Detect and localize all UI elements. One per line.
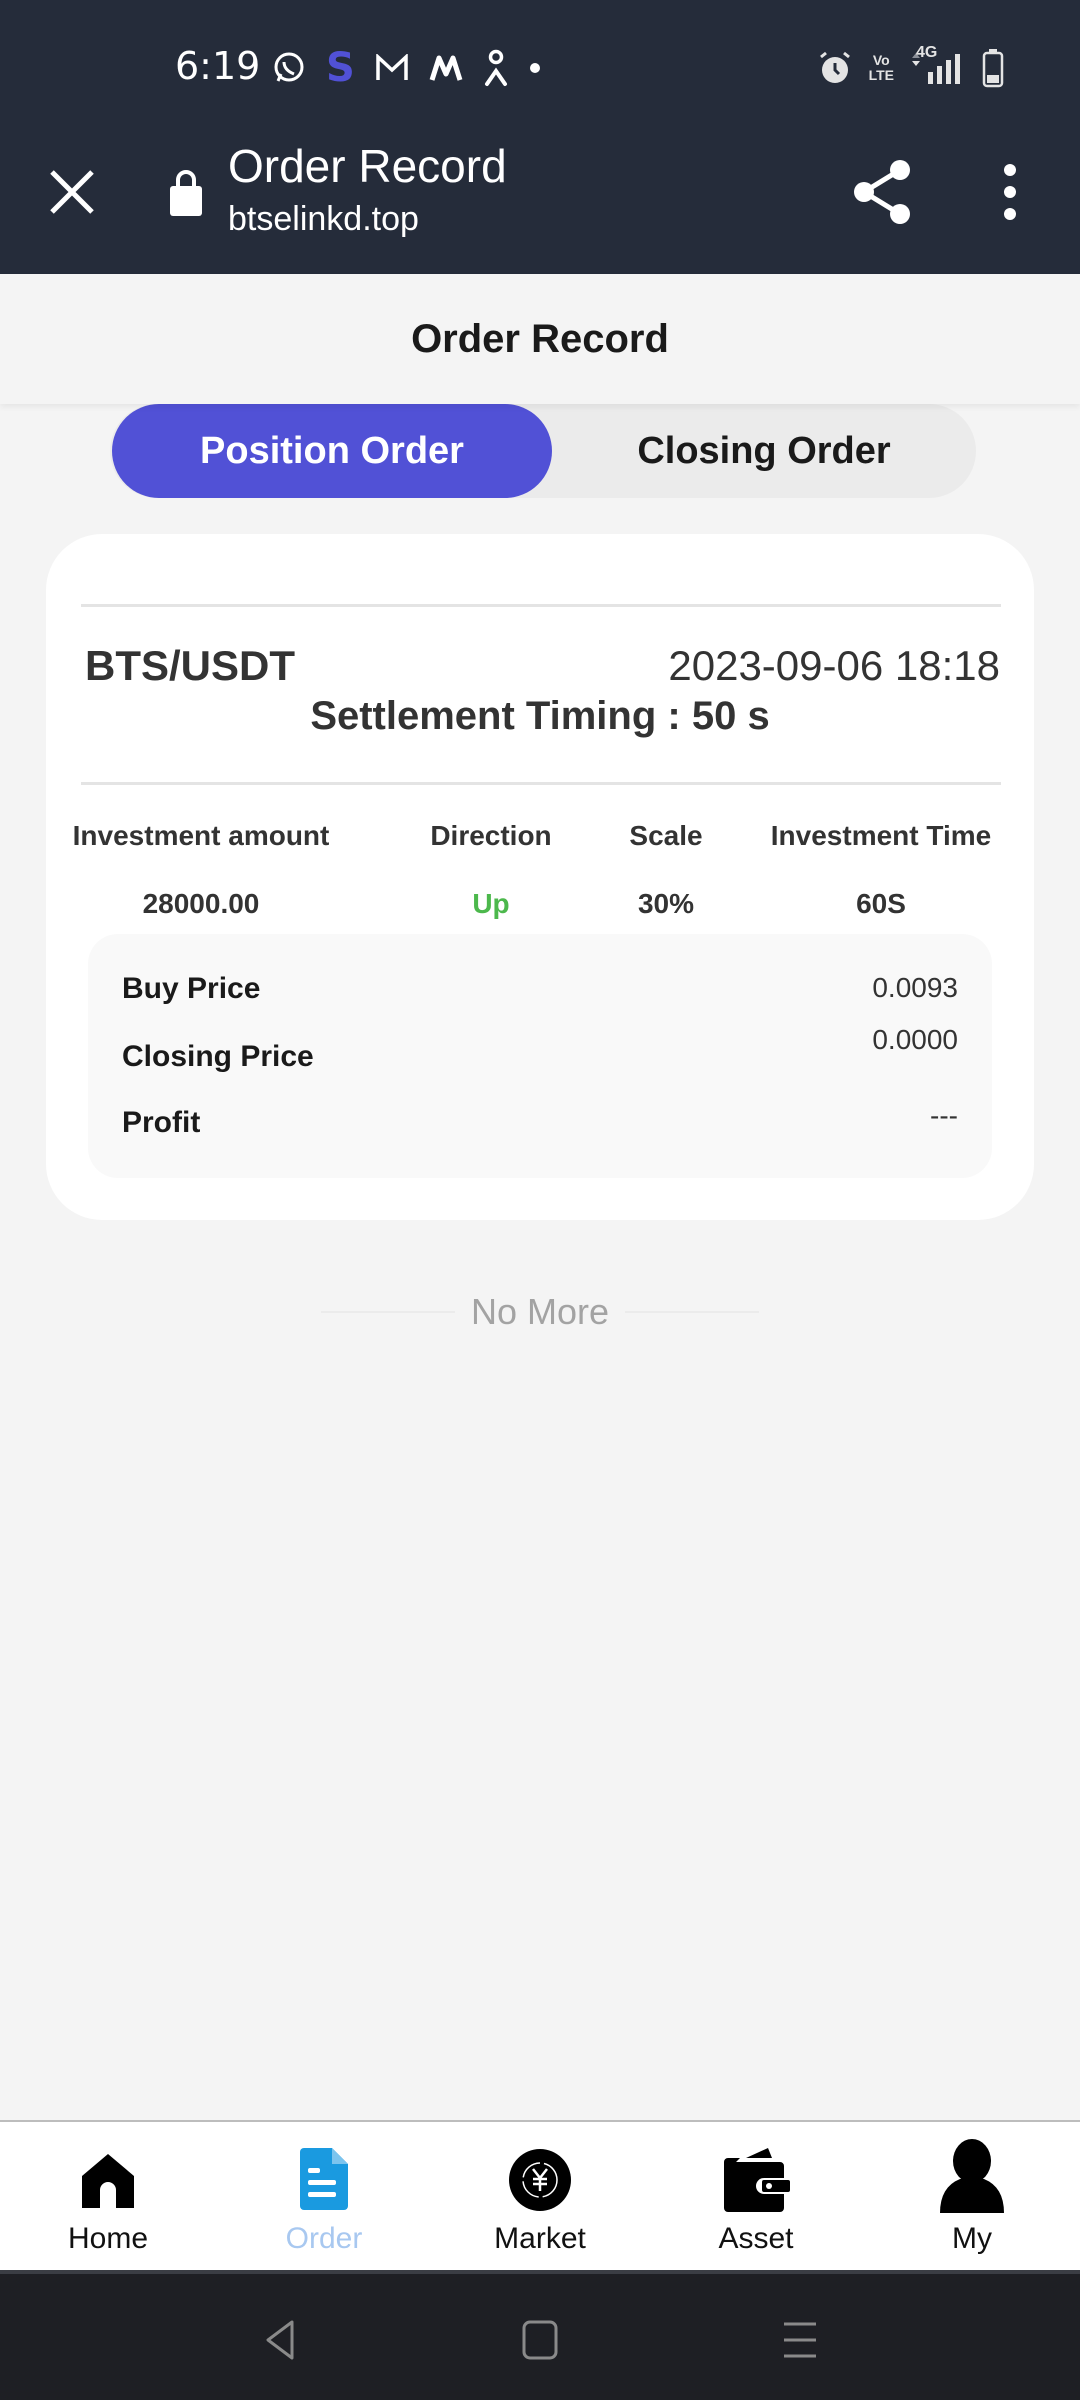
share-icon — [854, 160, 910, 224]
nav-item-my[interactable]: My — [864, 2122, 1080, 2270]
divider — [81, 604, 1001, 607]
close-button[interactable] — [44, 164, 100, 220]
battery-icon — [982, 48, 1004, 88]
buy-price-value: 0.0093 — [872, 972, 958, 1003]
list-end-indicator: No More — [0, 1290, 1080, 1334]
status-bar: 6:19 S Vo LTE 4G — [0, 0, 1080, 136]
signal-icon: 4G — [910, 44, 966, 86]
page-header: Order Record — [0, 274, 1080, 404]
page-title: Order Record — [411, 316, 669, 361]
browser-page-title: Order Record — [228, 140, 507, 192]
home-system-button[interactable] — [510, 2310, 570, 2370]
profit-label: Profit — [122, 1106, 201, 1139]
back-triangle-icon — [266, 2320, 294, 2360]
gmail-icon — [375, 54, 409, 82]
more-dot-icon — [529, 62, 541, 74]
nav-label: My — [952, 2222, 992, 2255]
divider — [320, 1311, 455, 1313]
browser-header: Order Record btselinkd.top — [0, 136, 1080, 274]
scale-value: 30% — [637, 888, 695, 919]
investment-amount-value: 28000.00 — [142, 888, 260, 919]
market-currency-icon — [500, 2140, 580, 2220]
order-document-icon — [284, 2140, 364, 2220]
status-time: 6:19 — [175, 44, 261, 88]
s-app-icon: S — [326, 45, 355, 91]
volte-icon: Vo LTE — [868, 52, 894, 83]
nav-item-order[interactable]: Order — [216, 2122, 432, 2270]
person-app-icon — [483, 49, 509, 87]
column-scale: Scale — [629, 820, 703, 851]
system-nav-bar — [0, 2270, 1080, 2400]
browser-url[interactable]: btselinkd.top — [228, 198, 419, 240]
tab-closing-order[interactable]: Closing Order — [552, 404, 976, 498]
whatsapp-icon — [272, 51, 306, 85]
nav-label: Order — [285, 2222, 363, 2255]
home-square-icon — [522, 2320, 558, 2360]
bottom-nav: Home Order Market Asset My — [0, 2120, 1080, 2270]
closing-price-value: 0.0000 — [872, 1024, 958, 1055]
lock-icon — [168, 166, 204, 218]
recents-button[interactable] — [770, 2310, 830, 2370]
no-more-text: No More — [470, 1291, 610, 1332]
buy-price-label: Buy Price — [122, 972, 261, 1005]
m-app-icon — [429, 54, 463, 82]
user-icon — [932, 2134, 1012, 2220]
alarm-icon — [817, 50, 853, 86]
divider — [81, 782, 1001, 785]
order-datetime: 2023-09-06 18:18 — [668, 642, 1000, 689]
share-button[interactable] — [850, 156, 916, 228]
closing-price-label: Closing Price — [122, 1040, 314, 1073]
wallet-icon — [716, 2140, 796, 2220]
nav-label: Asset — [718, 2222, 794, 2255]
nav-item-market[interactable]: Market — [432, 2122, 648, 2270]
trading-pair: BTS/USDT — [85, 642, 295, 689]
nav-item-asset[interactable]: Asset — [648, 2122, 864, 2270]
4g-icon: 4G — [916, 44, 938, 61]
column-direction: Direction — [430, 820, 552, 851]
divider — [625, 1311, 760, 1313]
order-tabs: Position Order Closing Order — [110, 404, 976, 498]
nav-label: Home — [67, 2222, 149, 2255]
column-investment-time: Investment Time — [770, 820, 992, 851]
back-button[interactable] — [250, 2310, 310, 2370]
more-options-button[interactable] — [990, 156, 1030, 228]
direction-value: Up — [472, 888, 510, 919]
home-icon — [68, 2140, 148, 2220]
price-details: Buy Price 0.0093 Closing Price 0.0000 Pr… — [88, 934, 992, 1178]
investment-time-value: 60S — [856, 888, 906, 919]
order-card: BTS/USDT 2023-09-06 18:18 Settlement Tim… — [46, 534, 1034, 1220]
recents-lines-icon — [784, 2322, 816, 2358]
tab-position-order[interactable]: Position Order — [112, 404, 552, 498]
close-icon — [50, 170, 94, 214]
notification-icons: S — [272, 45, 541, 91]
nav-item-home[interactable]: Home — [0, 2122, 216, 2270]
nav-label: Market — [494, 2222, 586, 2255]
more-vertical-icon — [1004, 164, 1016, 220]
settlement-timing: Settlement Timing : 50 s — [310, 694, 770, 738]
column-investment-amount: Investment amount — [72, 820, 330, 851]
system-status-icons: Vo LTE 4G — [817, 44, 1004, 88]
profit-value: --- — [930, 1100, 958, 1131]
